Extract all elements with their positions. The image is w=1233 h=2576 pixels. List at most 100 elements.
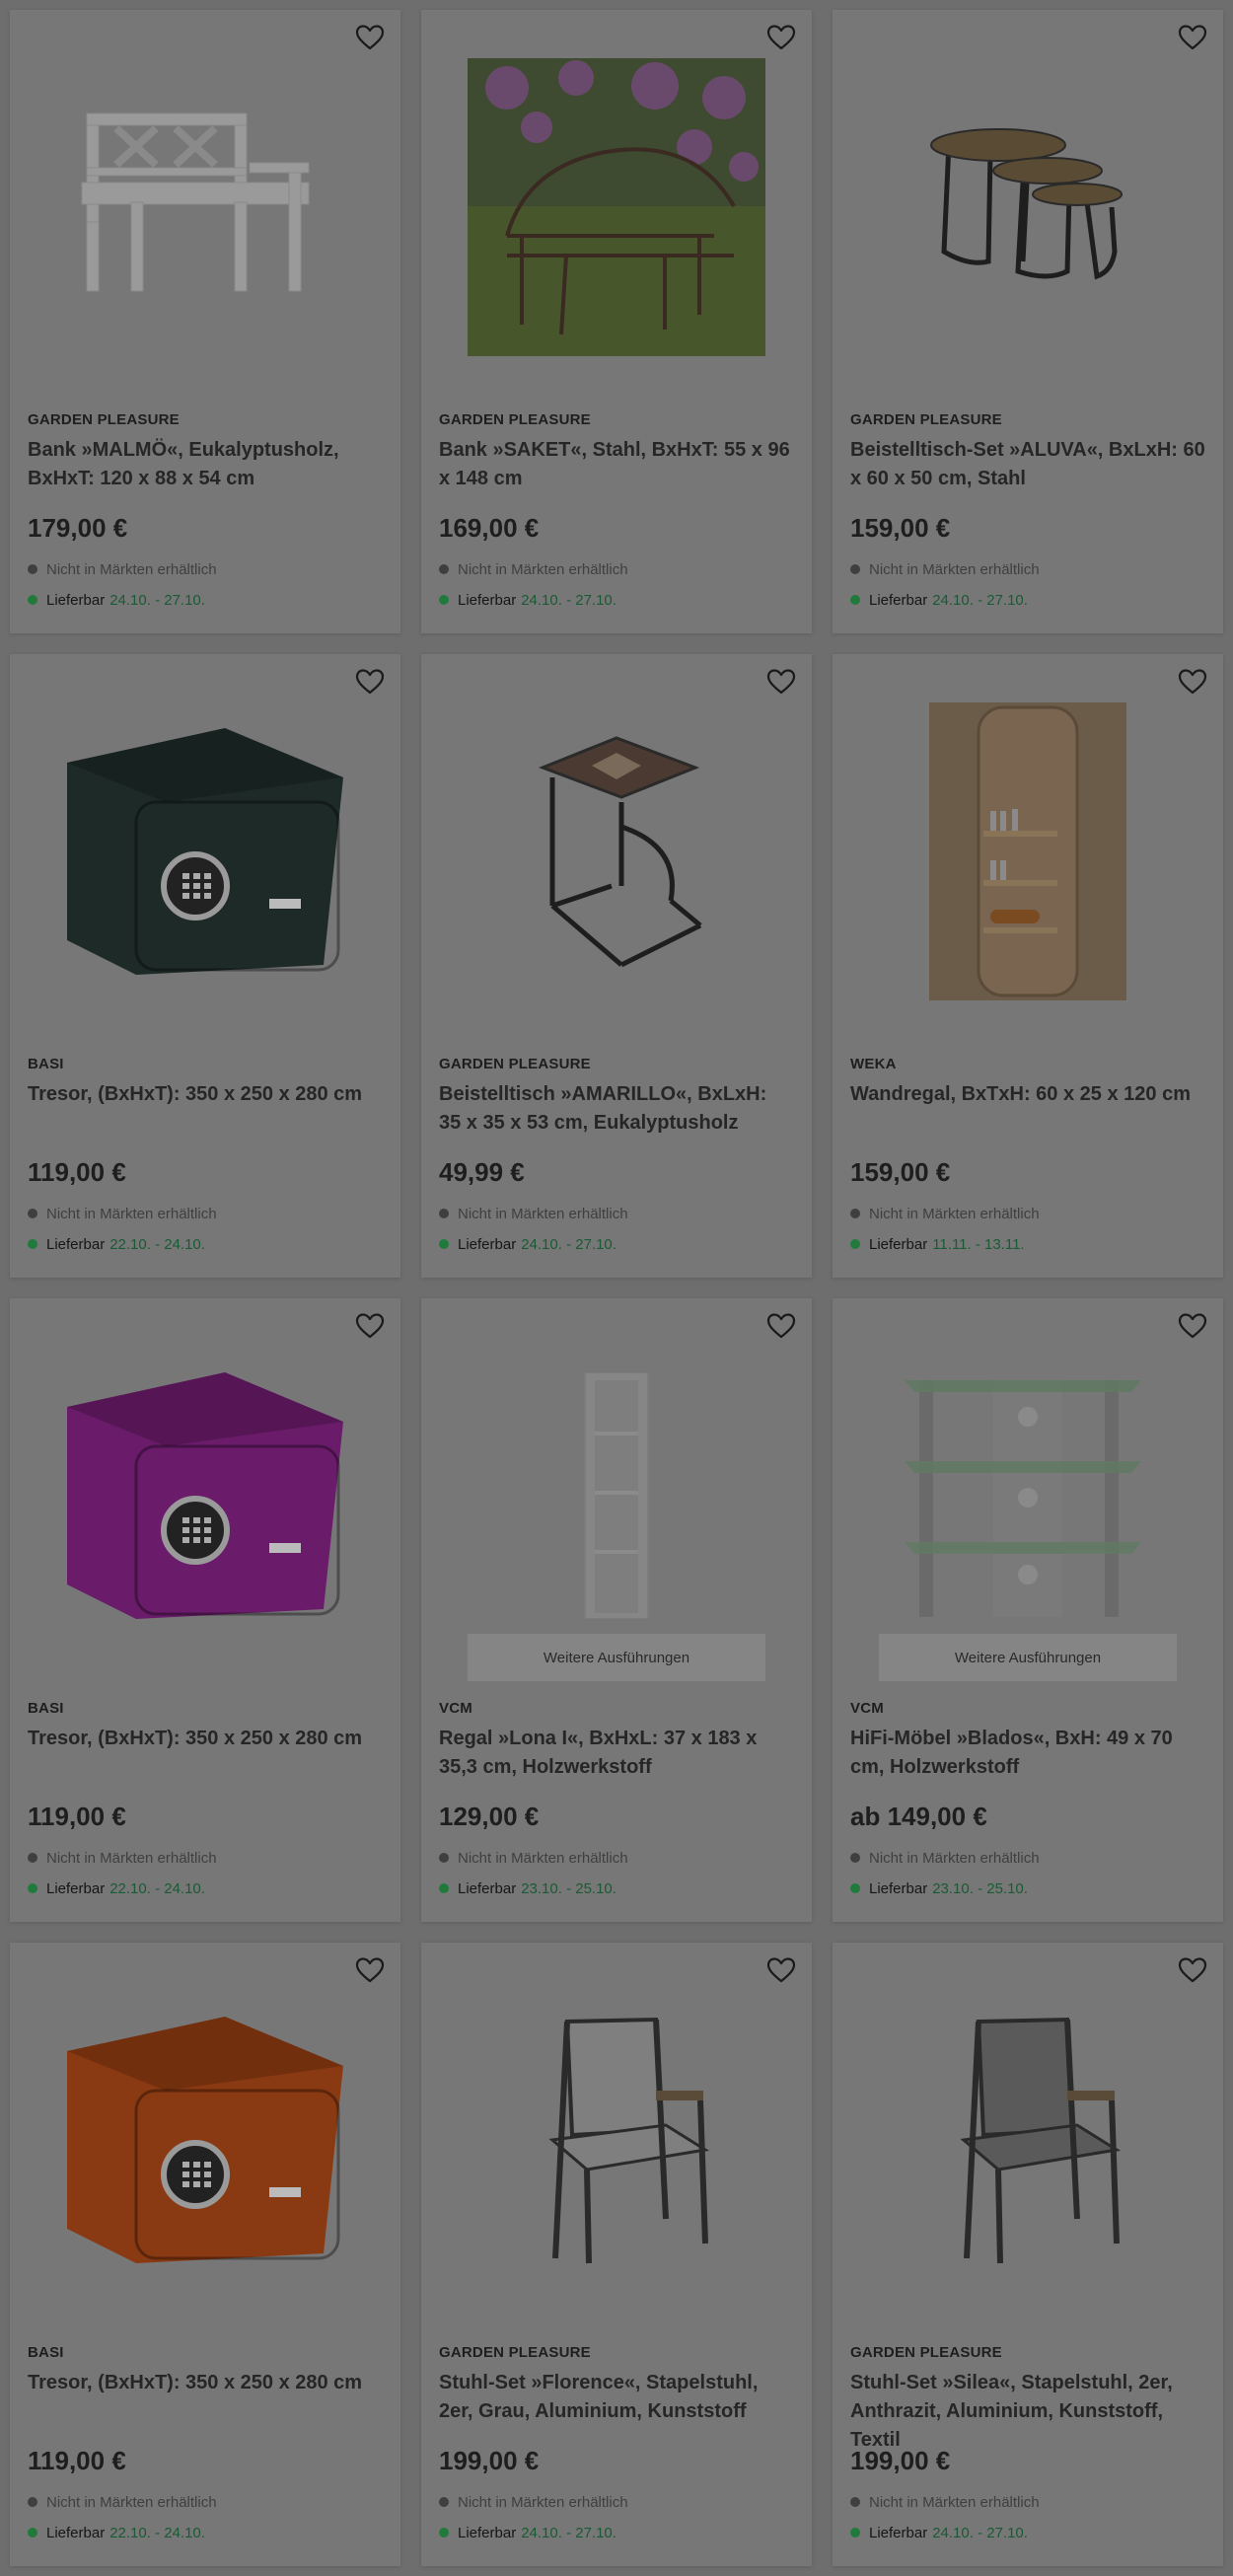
product-price: 159,00 € [850,1157,951,1187]
store-status-dot [28,2497,37,2507]
store-availability: Nicht in Märkten erhältlich [28,2493,383,2511]
store-status-dot [850,564,860,574]
product-image[interactable]: Weitere Ausführungen [833,1338,1223,1681]
product-brand: BASI [28,2344,64,2361]
product-brand: GARDEN PLEASURE [850,2344,1002,2361]
delivery-availability: Lieferbar 24.10. - 27.10. [439,591,794,609]
product-price: 119,00 € [28,1157,126,1187]
product-card[interactable]: GARDEN PLEASURE Bank »SAKET«, Stahl, BxH… [421,10,812,633]
product-price: 119,00 € [28,2446,126,2475]
product-card[interactable]: GARDEN PLEASURE Beistelltisch »AMARILLO«… [421,654,812,1278]
product-title[interactable]: Stuhl-Set »Florence«, Stapelstuhl, 2er, … [439,2369,794,2426]
product-card[interactable]: GARDEN PLEASURE Beistelltisch-Set »ALUVA… [833,10,1223,633]
product-title[interactable]: Wandregal, BxTxH: 60 x 25 x 120 cm [850,1080,1205,1138]
store-status-dot [28,1853,37,1863]
more-variants-button[interactable]: Weitere Ausführungen [879,1634,1177,1681]
product-title[interactable]: Tresor, (BxHxT): 350 x 250 x 280 cm [28,1080,383,1138]
product-brand: GARDEN PLEASURE [439,1056,591,1072]
store-availability: Nicht in Märkten erhältlich [439,560,794,578]
product-brand: GARDEN PLEASURE [850,411,1002,428]
product-price: 169,00 € [439,513,540,543]
product-card[interactable]: GARDEN PLEASURE Stuhl-Set »Silea«, Stape… [833,1943,1223,2566]
product-image[interactable] [10,694,400,1009]
product-title[interactable]: HiFi-Möbel »Blados«, BxH: 49 x 70 cm, Ho… [850,1725,1205,1782]
product-brand: GARDEN PLEASURE [439,2344,591,2361]
product-title[interactable]: Bank »MALMÖ«, Eukalyptusholz, BxHxT: 120… [28,436,383,493]
product-image[interactable]: Weitere Ausführungen [421,1338,812,1681]
delivery-date: 23.10. - 25.10. [521,1879,616,1897]
product-image[interactable] [421,694,812,1009]
product-title[interactable]: Beistelltisch-Set »ALUVA«, BxLxH: 60 x 6… [850,436,1205,493]
store-availability-text: Nicht in Märkten erhältlich [869,2493,1040,2511]
product-card[interactable]: BASI Tresor, (BxHxT): 350 x 250 x 280 cm… [10,654,400,1278]
product-image[interactable] [833,694,1223,1009]
product-image[interactable] [421,1982,812,2298]
product-card[interactable]: BASI Tresor, (BxHxT): 350 x 250 x 280 cm… [10,1298,400,1922]
delivery-date: 22.10. - 24.10. [109,1235,205,1253]
product-card[interactable]: GARDEN PLEASURE Bank »MALMÖ«, Eukalyptus… [10,10,400,633]
product-info: BASI Tresor, (BxHxT): 350 x 250 x 280 cm… [28,1700,383,1897]
delivery-status-dot [28,595,37,605]
product-card[interactable]: Weitere Ausführungen VCM Regal »Lona I«,… [421,1298,812,1922]
product-info: GARDEN PLEASURE Stuhl-Set »Silea«, Stape… [850,2344,1205,2541]
product-price: 159,00 € [850,513,951,543]
product-image[interactable] [421,49,812,365]
store-availability: Nicht in Märkten erhältlich [850,1849,1205,1867]
product-info: VCM HiFi-Möbel »Blados«, BxH: 49 x 70 cm… [850,1700,1205,1897]
more-variants-button[interactable]: Weitere Ausführungen [468,1634,765,1681]
product-card[interactable]: BASI Tresor, (BxHxT): 350 x 250 x 280 cm… [10,1943,400,2566]
product-brand: GARDEN PLEASURE [439,411,591,428]
product-card[interactable]: Weitere Ausführungen VCM HiFi-Möbel »Bla… [833,1298,1223,1922]
product-info: BASI Tresor, (BxHxT): 350 x 250 x 280 cm… [28,2344,383,2541]
product-image[interactable] [833,1982,1223,2298]
delivery-date: 11.11. - 13.11. [932,1235,1025,1253]
product-brand: WEKA [850,1056,897,1072]
delivery-status-dot [850,2528,860,2538]
delivery-status-dot [439,1239,449,1249]
product-brand: BASI [28,1700,64,1717]
product-info: GARDEN PLEASURE Beistelltisch »AMARILLO«… [439,1056,794,1253]
store-status-dot [850,2497,860,2507]
product-image[interactable] [833,49,1223,365]
product-card[interactable]: GARDEN PLEASURE Stuhl-Set »Florence«, St… [421,1943,812,2566]
delivery-date: 22.10. - 24.10. [109,1879,205,1897]
delivery-status-dot [439,1883,449,1893]
product-image[interactable] [10,1982,400,2298]
store-availability-text: Nicht in Märkten erhältlich [458,1849,628,1867]
store-availability-text: Nicht in Märkten erhältlich [869,1849,1040,1867]
delivery-status-dot [850,1883,860,1893]
store-availability: Nicht in Märkten erhältlich [28,1849,383,1867]
store-availability-text: Nicht in Märkten erhältlich [458,1205,628,1222]
delivery-label: Lieferbar [458,2524,517,2541]
wall-shelf-illustration [929,702,1126,1000]
store-availability: Nicht in Märkten erhältlich [439,2493,794,2511]
safe-illustration [67,1372,343,1619]
product-image[interactable] [10,1338,400,1654]
store-availability-text: Nicht in Märkten erhältlich [869,1205,1040,1222]
garden-bench-photo [468,58,765,356]
product-card[interactable]: WEKA Wandregal, BxTxH: 60 x 25 x 120 cm … [833,654,1223,1278]
store-availability-text: Nicht in Märkten erhältlich [46,2493,217,2511]
delivery-availability: Lieferbar 23.10. - 25.10. [850,1879,1205,1897]
store-availability: Nicht in Märkten erhältlich [850,1205,1205,1222]
product-title[interactable]: Bank »SAKET«, Stahl, BxHxT: 55 x 96 x 14… [439,436,794,493]
delivery-availability: Lieferbar 11.11. - 13.11. [850,1235,1205,1253]
delivery-label: Lieferbar [46,2524,106,2541]
delivery-label: Lieferbar [869,1879,928,1897]
product-info: GARDEN PLEASURE Beistelltisch-Set »ALUVA… [850,411,1205,609]
product-info: VCM Regal »Lona I«, BxHxL: 37 x 183 x 35… [439,1700,794,1897]
delivery-label: Lieferbar [869,1235,928,1253]
product-title[interactable]: Tresor, (BxHxT): 350 x 250 x 280 cm [28,1725,383,1782]
store-status-dot [439,1209,449,1218]
product-title[interactable]: Beistelltisch »AMARILLO«, BxLxH: 35 x 35… [439,1080,794,1138]
delivery-status-dot [439,2528,449,2538]
mosaic-table-illustration [538,736,702,968]
product-title[interactable]: Stuhl-Set »Silea«, Stapelstuhl, 2er, Ant… [850,2369,1205,2451]
product-title[interactable]: Regal »Lona I«, BxHxL: 37 x 183 x 35,3 c… [439,1725,794,1782]
delivery-date: 23.10. - 25.10. [932,1879,1028,1897]
product-image[interactable] [10,49,400,365]
delivery-status-dot [28,1883,37,1893]
product-title[interactable]: Tresor, (BxHxT): 350 x 250 x 280 cm [28,2369,383,2426]
delivery-label: Lieferbar [458,1879,517,1897]
product-price: 49,99 € [439,1157,525,1187]
